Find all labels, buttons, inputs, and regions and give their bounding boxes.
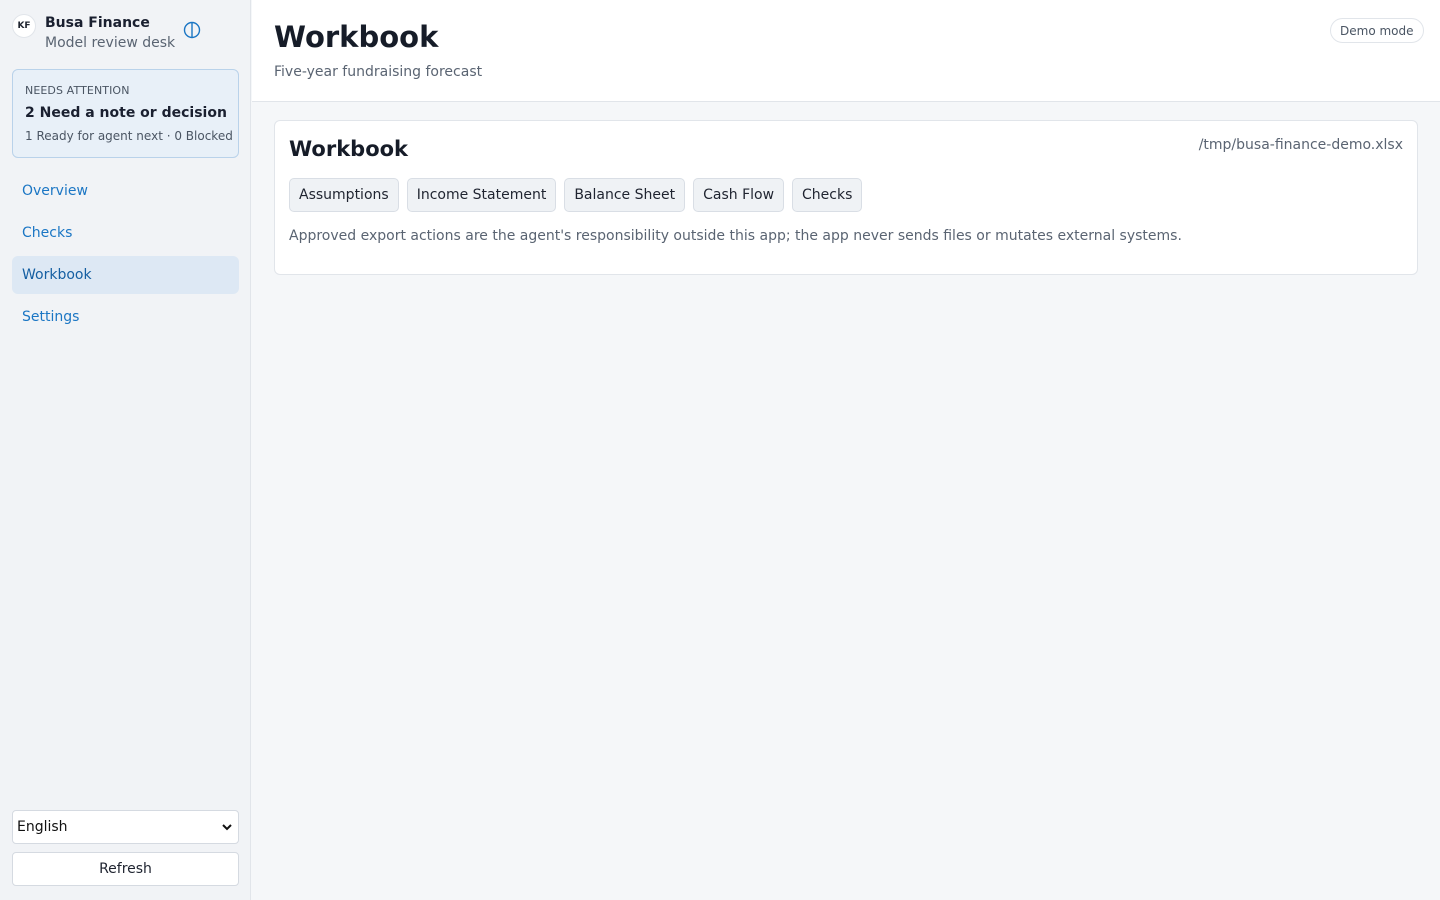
- export-note: Approved export actions are the agent's …: [289, 228, 1182, 244]
- chevron-down-icon: [221, 821, 233, 833]
- brand-subtitle: Model review desk: [45, 35, 176, 51]
- attention-meta: 1 Ready for agent next · 0 Blocked: [25, 129, 233, 143]
- brand-name: Busa Finance: [45, 15, 150, 31]
- attention-title: 2 Need a note or decision: [25, 105, 227, 121]
- sidebar: KF Busa Finance Model review desk NEEDS …: [0, 0, 251, 900]
- refresh-button[interactable]: Refresh: [12, 852, 239, 886]
- sheet-tab-checks[interactable]: Checks: [792, 178, 863, 212]
- language-select-value: English: [17, 819, 68, 835]
- demo-mode-badge: Demo mode: [1330, 18, 1424, 43]
- workbook-card-title: Workbook: [289, 137, 409, 161]
- workbook-card: Workbook /tmp/busa-finance-demo.xlsx Ass…: [274, 120, 1418, 275]
- workbook-file-path: /tmp/busa-finance-demo.xlsx: [1198, 137, 1403, 153]
- sheet-tab-balance-sheet[interactable]: Balance Sheet: [564, 178, 686, 212]
- attention-label: NEEDS ATTENTION: [25, 84, 130, 97]
- sheet-tab-assumptions[interactable]: Assumptions: [289, 178, 399, 212]
- brand: KF Busa Finance Model review desk: [12, 14, 239, 54]
- theme-toggle-icon[interactable]: [182, 20, 202, 40]
- page-title: Workbook: [274, 20, 439, 54]
- sidebar-item-checks[interactable]: Checks: [12, 214, 239, 252]
- sidebar-item-workbook[interactable]: Workbook: [12, 256, 239, 294]
- sidebar-item-overview[interactable]: Overview: [12, 172, 239, 210]
- sheet-tabs: Assumptions Income Statement Balance She…: [289, 178, 863, 212]
- sidebar-item-settings[interactable]: Settings: [12, 298, 239, 336]
- sheet-tab-cash-flow[interactable]: Cash Flow: [693, 178, 785, 212]
- sheet-tab-income-statement[interactable]: Income Statement: [406, 178, 557, 212]
- language-select[interactable]: English: [12, 810, 239, 844]
- page-header: Workbook Five-year fundraising forecast …: [252, 0, 1440, 102]
- brand-avatar: KF: [12, 14, 36, 38]
- page-subtitle: Five-year fundraising forecast: [274, 64, 483, 80]
- needs-attention-card[interactable]: NEEDS ATTENTION 2 Need a note or decisio…: [12, 69, 239, 158]
